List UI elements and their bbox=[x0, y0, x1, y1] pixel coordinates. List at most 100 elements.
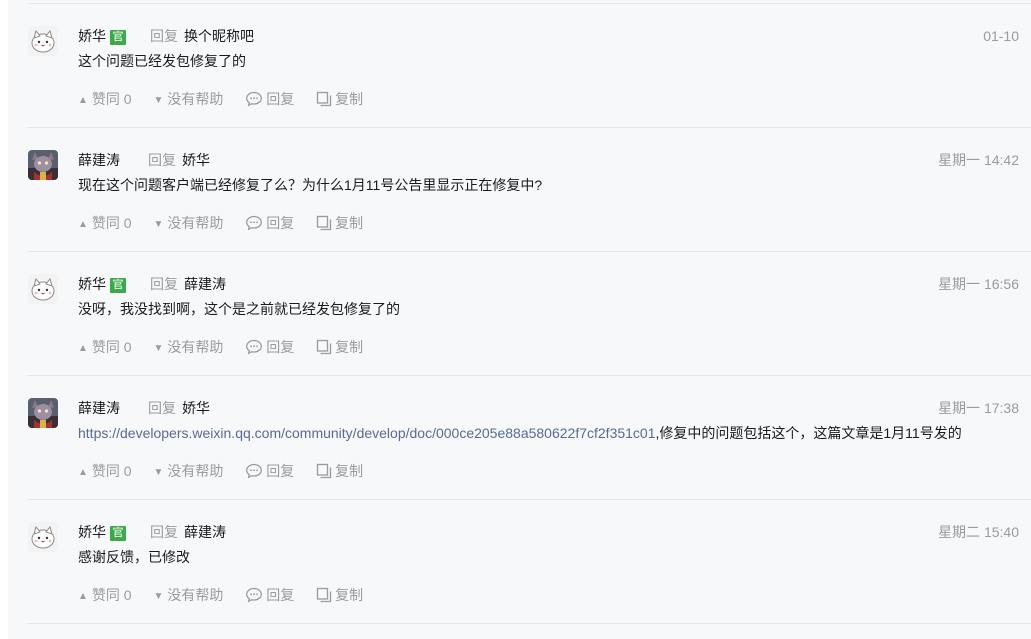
upvote-count: 0 bbox=[123, 463, 132, 479]
cat-avatar bbox=[28, 522, 58, 552]
upvote-count: 0 bbox=[123, 339, 132, 355]
reply-action-label: 回复 bbox=[266, 91, 295, 107]
upvote-button[interactable]: ▲ 赞同 0 bbox=[78, 584, 132, 608]
upvote-button[interactable]: ▲ 赞同 0 bbox=[78, 88, 132, 112]
copy-button[interactable]: 复制 bbox=[316, 584, 363, 609]
upvote-label: 赞同 bbox=[91, 339, 120, 355]
reply-item: 薛建涛 回复 娇华 星期一 14:42 现在这个问题客户端已经修复了么？为什么1月1… bbox=[28, 128, 1031, 252]
reply-header: 娇华官 回复 薛建涛 bbox=[78, 521, 226, 543]
cat-avatar bbox=[28, 26, 58, 56]
not-helpful-label: 没有帮助 bbox=[167, 215, 224, 231]
reply-header: 薛建涛 回复 娇华 bbox=[78, 397, 210, 419]
reply-to-label: 回复 bbox=[148, 400, 176, 416]
content-link[interactable]: https://developers.weixin.qq.com/communi… bbox=[78, 425, 656, 441]
not-helpful-label: 没有帮助 bbox=[167, 91, 224, 107]
not-helpful-button[interactable]: ▼ 没有帮助 bbox=[153, 584, 223, 608]
reply-item: 娇华官回复 薛建涛 星期二 15:40 感谢反馈，已修改 ▲ 赞同 0 ▼ 没有帮助 … bbox=[28, 500, 1031, 624]
reply-button[interactable]: 回复 bbox=[245, 460, 294, 485]
downvote-triangle-icon: ▼ bbox=[153, 467, 164, 478]
reply-to-label: 回复 bbox=[148, 152, 176, 168]
character-avatar bbox=[28, 398, 58, 428]
not-helpful-button[interactable]: ▼ 没有帮助 bbox=[153, 88, 223, 112]
copy-label: 复制 bbox=[335, 215, 364, 231]
reply-to-label: 回复 bbox=[150, 28, 178, 44]
not-helpful-button[interactable]: ▼ 没有帮助 bbox=[153, 460, 223, 484]
character-avatar bbox=[28, 150, 58, 180]
avatar[interactable] bbox=[28, 150, 58, 180]
reply-action-label: 回复 bbox=[266, 587, 295, 603]
reply-action-label: 回复 bbox=[266, 215, 295, 231]
upvote-button[interactable]: ▲ 赞同 0 bbox=[78, 212, 132, 236]
avatar[interactable] bbox=[28, 26, 58, 56]
upvote-label: 赞同 bbox=[91, 463, 120, 479]
upvote-count: 0 bbox=[123, 215, 132, 231]
avatar[interactable] bbox=[28, 398, 58, 428]
author-name[interactable]: 娇华 bbox=[78, 524, 106, 540]
reply-actions: ▲ 赞同 0 ▼ 没有帮助 回复 复制 bbox=[78, 212, 381, 234]
reply-button[interactable]: 回复 bbox=[245, 336, 294, 361]
upvote-button[interactable]: ▲ 赞同 0 bbox=[78, 336, 132, 360]
author-name[interactable]: 娇华 bbox=[78, 28, 106, 44]
not-helpful-button[interactable]: ▼ 没有帮助 bbox=[153, 336, 223, 360]
upvote-triangle-icon: ▲ bbox=[78, 343, 88, 354]
content-text: 没呀，我没找到啊，这个是之前就已经发包修复了的 bbox=[78, 301, 400, 317]
reply-target-name[interactable]: 薛建涛 bbox=[184, 524, 226, 540]
comment-bubble-icon bbox=[245, 463, 263, 485]
reply-content: 没呀，我没找到啊，这个是之前就已经发包修复了的 bbox=[78, 298, 400, 320]
copy-label: 复制 bbox=[335, 91, 364, 107]
reply-button[interactable]: 回复 bbox=[245, 88, 294, 113]
author-name[interactable]: 薛建涛 bbox=[78, 152, 120, 168]
reply-target-name[interactable]: 换个昵称吧 bbox=[184, 28, 254, 44]
cat-avatar bbox=[28, 274, 58, 304]
reply-actions: ▲ 赞同 0 ▼ 没有帮助 回复 复制 bbox=[78, 460, 381, 482]
avatar[interactable] bbox=[28, 522, 58, 552]
not-helpful-label: 没有帮助 bbox=[167, 587, 224, 603]
content-text: 这个问题已经发包修复了的 bbox=[78, 53, 246, 69]
reply-target-name[interactable]: 娇华 bbox=[182, 400, 210, 416]
not-helpful-button[interactable]: ▼ 没有帮助 bbox=[153, 212, 223, 236]
reply-actions: ▲ 赞同 0 ▼ 没有帮助 回复 复制 bbox=[78, 88, 381, 110]
reply-actions: ▲ 赞同 0 ▼ 没有帮助 回复 复制 bbox=[78, 336, 381, 358]
upvote-triangle-icon: ▲ bbox=[78, 219, 88, 230]
reply-item: 娇华官回复 薛建涛 星期一 16:56 没呀，我没找到啊，这个是之前就已经发包修复… bbox=[28, 252, 1031, 376]
reply-to-label: 回复 bbox=[150, 276, 178, 292]
copy-icon bbox=[316, 587, 332, 609]
content-text: 现在这个问题客户端已经修复了么？为什么1月11号公告里显示正在修复中? bbox=[78, 177, 543, 193]
avatar[interactable] bbox=[28, 274, 58, 304]
copy-icon bbox=[316, 215, 332, 237]
not-helpful-label: 没有帮助 bbox=[167, 463, 224, 479]
official-badge: 官 bbox=[110, 526, 126, 541]
reply-action-label: 回复 bbox=[266, 339, 295, 355]
reply-target-name[interactable]: 薛建涛 bbox=[184, 276, 226, 292]
downvote-triangle-icon: ▼ bbox=[153, 591, 164, 602]
downvote-triangle-icon: ▼ bbox=[153, 219, 164, 230]
copy-button[interactable]: 复制 bbox=[316, 460, 363, 485]
reply-action-label: 回复 bbox=[266, 463, 295, 479]
upvote-label: 赞同 bbox=[91, 215, 120, 231]
reply-time: 星期一 17:38 bbox=[938, 400, 1019, 416]
reply-item: 薛建涛 回复 娇华 星期一 17:38 https://developers.wei… bbox=[28, 376, 1031, 500]
reply-button[interactable]: 回复 bbox=[245, 584, 294, 609]
upvote-button[interactable]: ▲ 赞同 0 bbox=[78, 460, 132, 484]
comment-bubble-icon bbox=[245, 339, 263, 361]
copy-button[interactable]: 复制 bbox=[316, 88, 363, 113]
reply-content: https://developers.weixin.qq.com/communi… bbox=[78, 422, 962, 444]
not-helpful-label: 没有帮助 bbox=[167, 339, 224, 355]
copy-label: 复制 bbox=[335, 339, 364, 355]
reply-time: 星期一 16:56 bbox=[938, 276, 1019, 292]
comment-bubble-icon bbox=[245, 215, 263, 237]
reply-header: 薛建涛 回复 娇华 bbox=[78, 149, 210, 171]
reply-content: 这个问题已经发包修复了的 bbox=[78, 50, 246, 72]
author-name[interactable]: 娇华 bbox=[78, 276, 106, 292]
copy-button[interactable]: 复制 bbox=[316, 336, 363, 361]
reply-target-name[interactable]: 娇华 bbox=[182, 152, 210, 168]
reply-button[interactable]: 回复 bbox=[245, 212, 294, 237]
reply-actions: ▲ 赞同 0 ▼ 没有帮助 回复 复制 bbox=[78, 584, 381, 606]
upvote-count: 0 bbox=[123, 91, 132, 107]
official-badge: 官 bbox=[110, 30, 126, 45]
reply-header: 娇华官 回复 薛建涛 bbox=[78, 273, 226, 295]
author-name[interactable]: 薛建涛 bbox=[78, 400, 120, 416]
downvote-triangle-icon: ▼ bbox=[153, 343, 164, 354]
copy-label: 复制 bbox=[335, 587, 364, 603]
copy-button[interactable]: 复制 bbox=[316, 212, 363, 237]
